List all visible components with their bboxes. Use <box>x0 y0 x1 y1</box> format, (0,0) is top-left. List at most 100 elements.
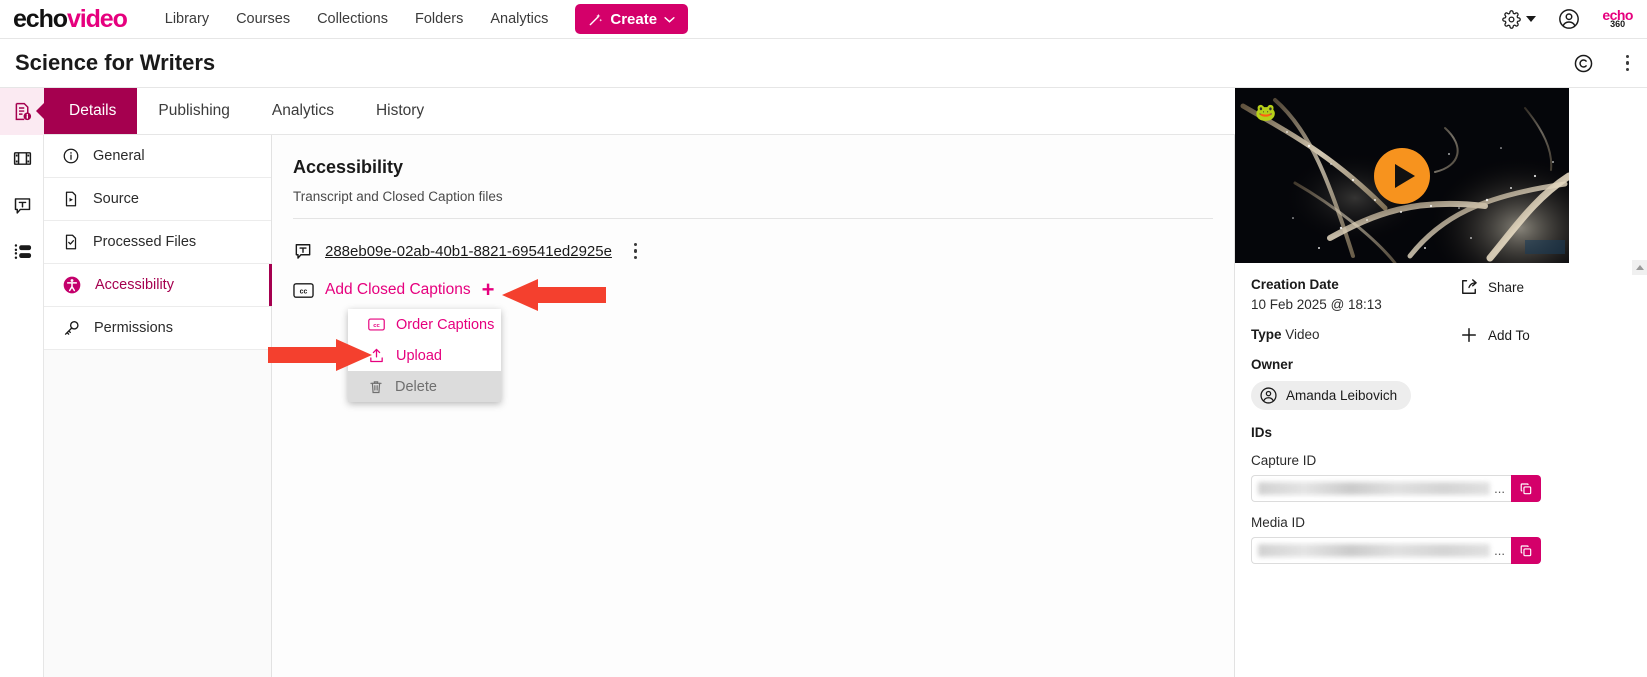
media-id-redacted-value <box>1258 544 1491 557</box>
capture-id-redacted-value <box>1258 482 1491 495</box>
copy-icon <box>1519 544 1533 558</box>
plus-icon <box>1459 325 1479 345</box>
owner-name: Amanda Leibovich <box>1286 388 1398 403</box>
copy-media-id-button[interactable] <box>1511 537 1541 564</box>
share-label: Share <box>1488 279 1525 295</box>
transcript-row: 288eb09e-02ab-40b1-8821-69541ed2925e <box>293 241 1234 261</box>
rail-item-transcript[interactable] <box>0 182 44 229</box>
title-bar-actions <box>1573 53 1629 74</box>
menu-item-order-captions[interactable]: cc Order Captions <box>348 309 501 340</box>
media-details-icon <box>12 101 33 122</box>
rail-item-media-details[interactable] <box>0 88 45 135</box>
key-icon <box>62 319 81 338</box>
copy-capture-id-button[interactable] <box>1511 475 1541 502</box>
tab-analytics[interactable]: Analytics <box>251 88 355 134</box>
sidebar-item-label: General <box>93 148 145 164</box>
section-divider <box>293 218 1213 219</box>
page-title-bar: Science for Writers <box>0 39 1647 88</box>
type-value: Video <box>1285 327 1320 342</box>
video-thumbnail[interactable]: 🐸 <box>1235 88 1569 263</box>
play-triangle <box>1394 163 1415 188</box>
add-to-button[interactable]: Add To <box>1459 325 1559 345</box>
logo-video-text: video <box>66 4 128 33</box>
user-circle-icon <box>1259 386 1278 405</box>
tab-details[interactable]: Details <box>48 88 138 134</box>
copy-icon <box>1519 482 1533 496</box>
magic-wand-icon <box>588 12 603 27</box>
media-id-field[interactable]: ... <box>1251 537 1511 564</box>
sidebar-item-source[interactable]: Source <box>44 178 271 221</box>
nav-link-folders[interactable]: Folders <box>415 11 463 27</box>
add-closed-captions-plus-button[interactable]: + <box>482 279 495 301</box>
page-title: Science for Writers <box>15 50 216 75</box>
left-icon-rail <box>0 88 45 677</box>
source-file-icon <box>62 190 80 208</box>
account-icon[interactable] <box>1558 8 1580 30</box>
media-metadata: Creation Date 10 Feb 2025 @ 18:13 Type V… <box>1235 263 1569 564</box>
right-panel-scrollbar[interactable] <box>1632 260 1647 677</box>
create-button[interactable]: Create <box>575 4 689 34</box>
capture-id-field[interactable]: ... <box>1251 475 1511 502</box>
section-heading: Accessibility <box>293 157 404 177</box>
sidebar-item-accessibility[interactable]: Accessibility <box>44 264 272 307</box>
nav-link-courses[interactable]: Courses <box>236 11 290 27</box>
chevron-down-icon <box>664 16 675 23</box>
details-tab-bar: Details Publishing Analytics History <box>44 88 1235 135</box>
transcript-bubble-icon <box>12 195 33 216</box>
details-side-navigation: General Source Processed Files Accessibi… <box>44 135 272 677</box>
echo360-logo: echo 360 <box>1602 8 1633 28</box>
film-strip-icon <box>12 148 33 169</box>
rail-item-settings-list[interactable] <box>0 229 44 276</box>
gear-icon <box>1502 9 1522 29</box>
add-closed-captions-label[interactable]: Add Closed Captions <box>325 281 471 299</box>
nav-link-library[interactable]: Library <box>165 11 209 27</box>
ids-label: IDs <box>1251 425 1273 440</box>
chevron-up-icon <box>1635 265 1644 270</box>
menu-item-delete: Delete <box>348 371 501 402</box>
transcript-file-link[interactable]: 288eb09e-02ab-40b1-8821-69541ed2925e <box>325 243 612 260</box>
sidebar-item-label: Source <box>93 191 139 207</box>
menu-item-label: Upload <box>396 347 442 364</box>
echovideo-logo[interactable]: echovideo <box>13 4 128 33</box>
sidebar-item-label: Processed Files <box>93 234 197 250</box>
frog-icon: 🐸 <box>1255 103 1277 122</box>
tab-publishing[interactable]: Publishing <box>137 88 251 134</box>
sidebar-item-permissions[interactable]: Permissions <box>44 307 271 350</box>
type-label: Type <box>1251 327 1282 342</box>
sidebar-item-processed-files[interactable]: Processed Files <box>44 221 271 264</box>
processed-file-icon <box>62 233 80 251</box>
owner-chip[interactable]: Amanda Leibovich <box>1251 381 1412 410</box>
rail-item-media-clips[interactable] <box>0 135 44 182</box>
accessibility-icon <box>62 275 82 295</box>
sidebar-item-general[interactable]: General <box>44 135 271 178</box>
trash-icon <box>368 379 384 395</box>
cc-icon: cc <box>368 318 385 331</box>
tab-history[interactable]: History <box>355 88 445 134</box>
menu-item-label: Delete <box>395 378 437 395</box>
nav-link-analytics[interactable]: Analytics <box>490 11 548 27</box>
capture-id-row: ... <box>1251 475 1541 502</box>
sidebar-item-label: Permissions <box>94 320 173 336</box>
more-vertical-icon[interactable] <box>1625 54 1629 72</box>
primary-nav-links: Library Courses Collections Folders Anal… <box>165 11 549 27</box>
capture-id-ellipsis: ... <box>1494 481 1505 496</box>
copyright-icon[interactable] <box>1573 53 1594 74</box>
annotation-arrow-add-captions <box>502 279 606 311</box>
media-id-label: Media ID <box>1251 515 1306 530</box>
top-navigation-bar: echovideo Library Courses Collections Fo… <box>0 0 1647 39</box>
media-id-ellipsis: ... <box>1494 543 1505 558</box>
play-button-icon[interactable] <box>1374 147 1430 204</box>
more-vertical-icon[interactable] <box>633 242 638 260</box>
transcript-icon <box>293 241 313 261</box>
svg-text:cc: cc <box>373 323 380 329</box>
scroll-up-button[interactable] <box>1632 260 1647 275</box>
list-settings-icon <box>12 242 33 263</box>
media-side-actions: Share Add To <box>1459 277 1559 373</box>
media-info-panel: 🐸 Creation Date 10 Feb 2025 @ 18:13 Type… <box>1235 88 1647 677</box>
share-button[interactable]: Share <box>1459 277 1559 297</box>
nav-link-collections[interactable]: Collections <box>317 11 388 27</box>
section-subheading: Transcript and Closed Caption files <box>293 189 503 204</box>
settings-menu-button[interactable] <box>1502 9 1537 29</box>
create-button-label: Create <box>610 10 658 28</box>
capture-id-label: Capture ID <box>1251 453 1317 468</box>
